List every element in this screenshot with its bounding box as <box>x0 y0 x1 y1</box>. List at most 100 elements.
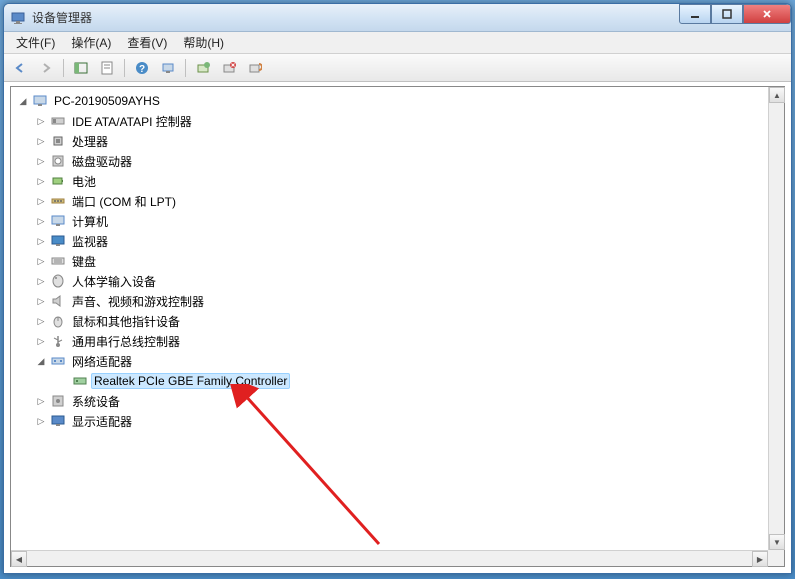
battery-icon <box>50 173 66 189</box>
expand-icon[interactable]: ▷ <box>35 295 47 307</box>
tree-root[interactable]: ◢ PC-20190509AYHS <box>13 91 782 111</box>
tree-category-label: 监视器 <box>69 232 111 251</box>
expand-icon[interactable]: ▷ <box>35 215 47 227</box>
tree-category[interactable]: ▷ 通用串行总线控制器 <box>13 331 782 351</box>
forward-button[interactable] <box>34 57 58 79</box>
tree-category[interactable]: ▷ 磁盘驱动器 <box>13 151 782 171</box>
scroll-left-button[interactable]: ◀ <box>11 551 27 567</box>
back-button[interactable] <box>8 57 32 79</box>
toolbar-separator <box>124 59 125 77</box>
scroll-down-button[interactable]: ▼ <box>769 534 785 550</box>
tree-category-label: 处理器 <box>69 132 111 151</box>
expand-icon[interactable]: ▷ <box>35 195 47 207</box>
usb-icon <box>50 333 66 349</box>
collapse-icon[interactable]: ◢ <box>17 95 29 107</box>
tree-category-label: 电池 <box>69 172 99 191</box>
vertical-scrollbar[interactable]: ▲ ▼ <box>768 87 784 550</box>
tree-device[interactable]: Realtek PCIe GBE Family Controller <box>13 371 782 391</box>
titlebar: 设备管理器 <box>4 4 791 32</box>
network-icon <box>50 353 66 369</box>
menu-view[interactable]: 查看(V) <box>119 32 175 53</box>
minimize-button[interactable] <box>679 4 711 24</box>
tree-category-label: 通用串行总线控制器 <box>69 332 183 351</box>
tree-category-label: 显示适配器 <box>69 412 135 431</box>
expand-icon[interactable]: ▷ <box>35 115 47 127</box>
menu-file[interactable]: 文件(F) <box>8 32 63 53</box>
expand-icon[interactable]: ▷ <box>35 175 47 187</box>
disable-button[interactable] <box>243 57 267 79</box>
scroll-right-button[interactable]: ▶ <box>752 551 768 567</box>
device-manager-window: 设备管理器 文件(F) 操作(A) 查看(V) 帮助(H) ? <box>3 3 792 574</box>
view-pane-button[interactable] <box>69 57 93 79</box>
toolbar-separator <box>63 59 64 77</box>
tree-category-label: 计算机 <box>69 212 111 231</box>
tree-category[interactable]: ▷ 系统设备 <box>13 391 782 411</box>
port-icon <box>50 193 66 209</box>
tree-device-label: Realtek PCIe GBE Family Controller <box>91 373 290 389</box>
tree-category[interactable]: ▷ IDE ATA/ATAPI 控制器 <box>13 111 782 131</box>
tree-category-label: 键盘 <box>69 252 99 271</box>
tree-category[interactable]: ◢ 网络适配器 <box>13 351 782 371</box>
tree-category[interactable]: ▷ 声音、视频和游戏控制器 <box>13 291 782 311</box>
tree-category-label: IDE ATA/ATAPI 控制器 <box>69 112 195 131</box>
tree-category[interactable]: ▷ 监视器 <box>13 231 782 251</box>
tree-category-label: 端口 (COM 和 LPT) <box>69 192 179 211</box>
svg-text:?: ? <box>139 64 145 75</box>
close-button[interactable] <box>743 4 791 24</box>
menu-help[interactable]: 帮助(H) <box>175 32 232 53</box>
tree-category[interactable]: ▷ 端口 (COM 和 LPT) <box>13 191 782 211</box>
nic-icon <box>72 373 88 389</box>
maximize-button[interactable] <box>711 4 743 24</box>
computer-icon <box>50 213 66 229</box>
update-driver-button[interactable] <box>191 57 215 79</box>
uninstall-button[interactable] <box>217 57 241 79</box>
mouse-icon <box>50 313 66 329</box>
expand-icon[interactable]: ▷ <box>35 155 47 167</box>
tree-category-label: 系统设备 <box>69 392 123 411</box>
scrollbar-corner <box>768 550 784 566</box>
help-button[interactable]: ? <box>130 57 154 79</box>
keyboard-icon <box>50 253 66 269</box>
scroll-up-button[interactable]: ▲ <box>769 87 785 103</box>
tree-category-label: 鼠标和其他指针设备 <box>69 312 183 331</box>
app-icon <box>10 10 26 26</box>
tree-category[interactable]: ▷ 键盘 <box>13 251 782 271</box>
tree-category[interactable]: ▷ 鼠标和其他指针设备 <box>13 311 782 331</box>
expand-icon[interactable]: ▷ <box>35 335 47 347</box>
tree-category-label: 磁盘驱动器 <box>69 152 135 171</box>
tree-category-label: 网络适配器 <box>69 352 135 371</box>
expand-icon[interactable]: ◢ <box>35 355 47 367</box>
tree-category[interactable]: ▷ 人体学输入设备 <box>13 271 782 291</box>
expand-icon[interactable]: ▷ <box>35 275 47 287</box>
scan-hardware-button[interactable] <box>156 57 180 79</box>
toolbar-separator <box>185 59 186 77</box>
properties-button[interactable] <box>95 57 119 79</box>
tree-view[interactable]: ◢ PC-20190509AYHS ▷ IDE ATA/ATAPI 控制器 ▷ 处理器… <box>10 86 785 567</box>
display-icon <box>50 413 66 429</box>
tree-category-label: 声音、视频和游戏控制器 <box>69 292 207 311</box>
tree-root-label: PC-20190509AYHS <box>51 93 163 109</box>
tree-category-label: 人体学输入设备 <box>69 272 159 291</box>
system-icon <box>50 393 66 409</box>
window-title: 设备管理器 <box>32 9 92 26</box>
ide-icon <box>50 113 66 129</box>
expand-icon[interactable]: ▷ <box>35 415 47 427</box>
expand-icon[interactable]: ▷ <box>35 255 47 267</box>
expand-icon[interactable]: ▷ <box>35 315 47 327</box>
window-controls <box>679 4 791 24</box>
tree-category[interactable]: ▷ 计算机 <box>13 211 782 231</box>
expand-icon[interactable]: ▷ <box>35 235 47 247</box>
tree-category[interactable]: ▷ 处理器 <box>13 131 782 151</box>
menubar: 文件(F) 操作(A) 查看(V) 帮助(H) <box>4 32 791 54</box>
horizontal-scrollbar[interactable]: ◀ ▶ <box>11 550 768 566</box>
menu-action[interactable]: 操作(A) <box>63 32 119 53</box>
disk-icon <box>50 153 66 169</box>
expand-icon[interactable]: ▷ <box>35 135 47 147</box>
toolbar: ? <box>4 54 791 82</box>
hid-icon <box>50 273 66 289</box>
tree-category[interactable]: ▷ 显示适配器 <box>13 411 782 431</box>
expand-icon[interactable]: ▷ <box>35 395 47 407</box>
sound-icon <box>50 293 66 309</box>
tree-category[interactable]: ▷ 电池 <box>13 171 782 191</box>
monitor-icon <box>50 233 66 249</box>
